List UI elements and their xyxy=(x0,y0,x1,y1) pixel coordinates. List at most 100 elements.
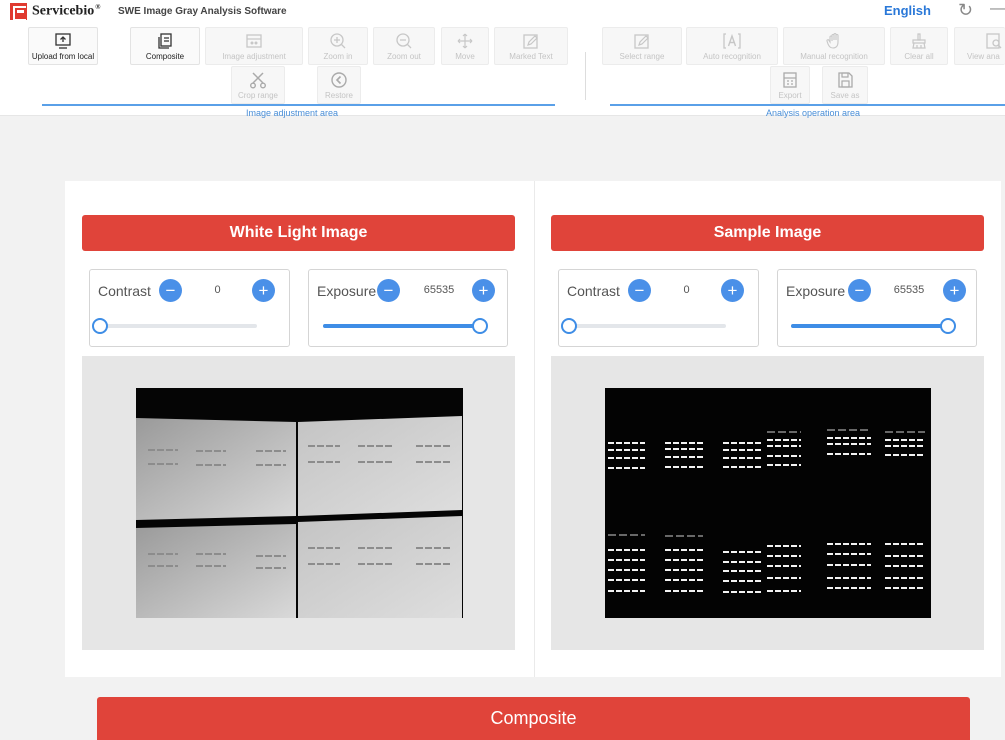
marked-text-icon xyxy=(522,31,540,51)
composite-icon xyxy=(156,31,174,51)
sample-contrast-value: 0 xyxy=(683,284,690,296)
export-icon xyxy=(781,70,799,90)
zoom-in-icon xyxy=(329,31,347,51)
sample-contrast-increase-button[interactable]: + xyxy=(721,279,744,302)
restore-label: Restore xyxy=(324,91,353,100)
servicebio-logo: Servicebio® xyxy=(10,3,101,21)
crop-range-label: Crop range xyxy=(237,91,279,100)
contrast-slider[interactable] xyxy=(92,318,257,334)
language-switch[interactable]: English xyxy=(884,3,931,18)
exposure-slider-fill xyxy=(323,324,480,328)
exposure-value: 65535 xyxy=(423,284,455,296)
select-range-icon xyxy=(633,31,651,51)
sample-exposure-decrease-button[interactable]: − xyxy=(848,279,871,302)
app-title: SWE Image Gray Analysis Software xyxy=(118,6,287,17)
scissors-icon xyxy=(249,70,267,90)
sample-gel-image xyxy=(605,388,931,618)
clear-all-label: Clear all xyxy=(904,52,934,61)
restore-button[interactable]: Restore xyxy=(317,66,361,104)
servicebio-logo-icon xyxy=(10,3,27,21)
toolbar: Upload from local Composite Image adjust… xyxy=(0,24,1005,118)
zoom-in-label: Zoom in xyxy=(323,52,353,61)
broom-icon xyxy=(910,31,928,51)
title-bar: Servicebio® SWE Image Gray Analysis Soft… xyxy=(0,0,1005,24)
brand-name: Servicebio® xyxy=(32,3,101,19)
select-range-label: Select range xyxy=(619,52,665,61)
view-analysis-icon xyxy=(967,31,1003,51)
image-adjustment-button[interactable]: Image adjustment xyxy=(205,27,303,65)
marked-text-label: Marked Text xyxy=(509,52,553,61)
sample-title: Sample Image xyxy=(551,215,984,251)
image-adjustment-label: Image adjustment xyxy=(222,52,286,61)
crop-range-button[interactable]: Crop range xyxy=(231,66,285,104)
save-as-label: Save as xyxy=(830,91,860,100)
hand-icon xyxy=(825,31,843,51)
clear-all-button[interactable]: Clear all xyxy=(890,27,948,65)
contrast-value: 0 xyxy=(214,284,221,296)
manual-recognition-button[interactable]: Manual recognition xyxy=(783,27,885,65)
exposure-label: Exposure xyxy=(317,283,377,299)
auto-recognition-label: Auto recognition xyxy=(703,52,761,61)
marked-text-button[interactable]: Marked Text xyxy=(494,27,568,65)
contrast-label: Contrast xyxy=(98,283,151,299)
panel-divider xyxy=(534,181,535,677)
sample-exposure-increase-button[interactable]: + xyxy=(943,279,966,302)
upload-from-local-label: Upload from local xyxy=(31,52,95,61)
select-range-button[interactable]: Select range xyxy=(602,27,682,65)
white-light-contrast-control: Contrast − 0 + xyxy=(89,269,290,347)
image-area-underline xyxy=(42,104,555,106)
sample-contrast-decrease-button[interactable]: − xyxy=(628,279,651,302)
sample-contrast-slider[interactable] xyxy=(561,318,726,334)
sample-exposure-slider[interactable] xyxy=(791,318,956,334)
auto-recognition-icon xyxy=(722,31,742,51)
image-adjust-icon xyxy=(245,31,263,51)
upload-from-local-button[interactable]: Upload from local xyxy=(28,27,98,65)
zoom-out-label: Zoom out xyxy=(387,52,421,61)
view-analysis-label: View ana xyxy=(967,52,1000,61)
sample-exposure-slider-handle[interactable] xyxy=(940,318,956,334)
contrast-slider-handle[interactable] xyxy=(92,318,108,334)
white-light-title: White Light Image xyxy=(82,215,515,251)
contrast-decrease-button[interactable]: − xyxy=(159,279,182,302)
exposure-decrease-button[interactable]: − xyxy=(377,279,400,302)
sample-exposure-control: Exposure − 65535 + xyxy=(777,269,977,347)
white-light-image-area[interactable] xyxy=(82,356,515,650)
sample-contrast-slider-handle[interactable] xyxy=(561,318,577,334)
sample-image-area[interactable] xyxy=(551,356,984,650)
sample-contrast-control: Contrast − 0 + xyxy=(558,269,759,347)
zoom-out-icon xyxy=(395,31,413,51)
move-button[interactable]: Move xyxy=(441,27,489,65)
image-area-label: Image adjustment area xyxy=(246,108,339,118)
save-as-button[interactable]: Save as xyxy=(822,66,868,104)
move-label: Move xyxy=(455,52,475,61)
contrast-increase-button[interactable]: + xyxy=(252,279,275,302)
export-label: Export xyxy=(778,91,802,100)
composite-button[interactable]: Composite xyxy=(97,697,970,740)
save-icon xyxy=(836,70,854,90)
move-icon xyxy=(456,31,474,51)
restore-icon xyxy=(330,70,348,90)
analysis-area-label: Analysis operation area xyxy=(766,108,861,118)
sample-contrast-label: Contrast xyxy=(567,283,620,299)
white-light-exposure-control: Exposure − 65535 + xyxy=(308,269,508,347)
sample-exposure-value: 65535 xyxy=(893,284,925,296)
zoom-out-button[interactable]: Zoom out xyxy=(373,27,435,65)
exposure-slider-handle[interactable] xyxy=(472,318,488,334)
refresh-icon[interactable]: ↻ xyxy=(958,0,973,21)
toolbar-separator xyxy=(585,52,586,100)
auto-recognition-button[interactable]: Auto recognition xyxy=(686,27,778,65)
upload-icon xyxy=(54,31,72,51)
sample-exposure-slider-fill xyxy=(791,324,948,328)
white-light-gel-image xyxy=(136,388,463,618)
minimize-icon[interactable]: — xyxy=(990,0,1005,18)
exposure-increase-button[interactable]: + xyxy=(472,279,495,302)
exposure-slider[interactable] xyxy=(323,318,488,334)
analysis-area-underline xyxy=(610,104,1005,106)
sample-exposure-label: Exposure xyxy=(786,283,846,299)
zoom-in-button[interactable]: Zoom in xyxy=(308,27,368,65)
composite-toolbar-label: Composite xyxy=(145,52,185,61)
composite-toolbar-button[interactable]: Composite xyxy=(130,27,200,65)
view-analysis-button[interactable]: View ana xyxy=(954,27,1005,65)
manual-recognition-label: Manual recognition xyxy=(800,52,868,61)
export-button[interactable]: Export xyxy=(770,66,810,104)
